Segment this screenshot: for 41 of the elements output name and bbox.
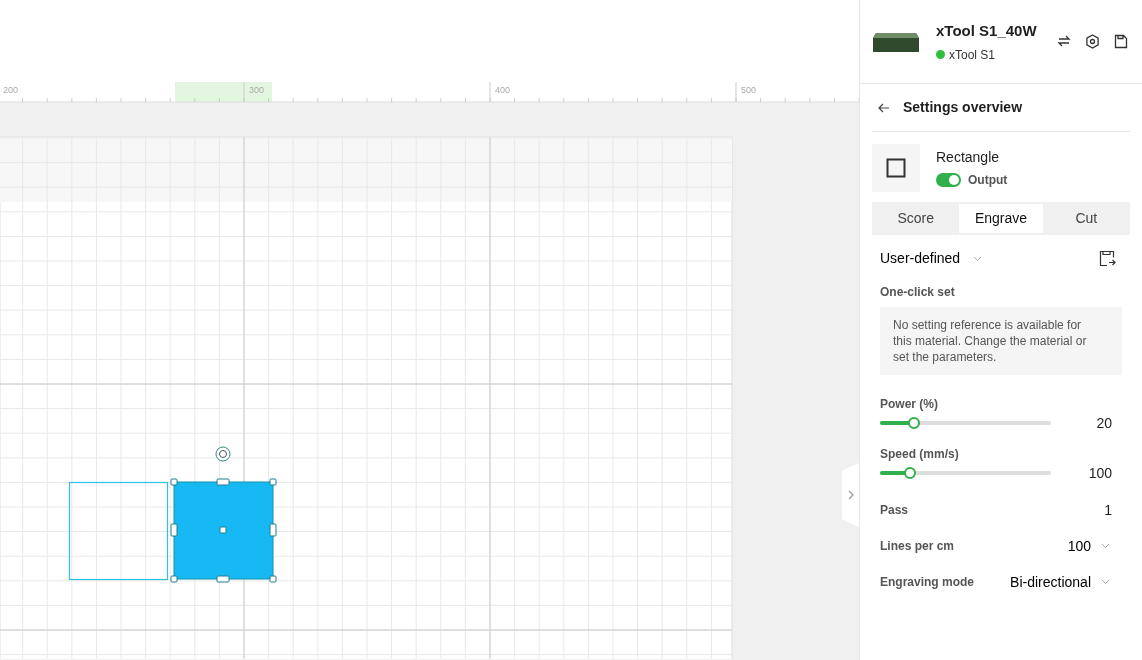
rectangle-shape[interactable] [68, 481, 169, 581]
device-model: xTool S1 [949, 46, 996, 64]
setting-label: Engraving mode [880, 574, 974, 591]
caret-icon [1101, 579, 1110, 585]
ruler-label: 300 [249, 85, 265, 95]
one-click-set-label: One-click set [880, 284, 956, 301]
output-label: Output [968, 172, 1008, 190]
slider-thumb[interactable] [908, 417, 921, 429]
setting-label: Lines per cm [880, 538, 955, 555]
slider-value: 20 [1096, 413, 1112, 433]
notice-text: No setting reference is available for this material. Change the material or set the parameters. [880, 307, 1122, 375]
slider-label: Speed (mm/s) [880, 446, 960, 463]
square-icon [886, 158, 906, 178]
rotate-handle-icon[interactable] [215, 446, 231, 462]
slider-label: Power (%) [880, 396, 939, 413]
caret-icon [973, 255, 983, 262]
slider-value: 100 [1088, 463, 1112, 483]
setting-value: 1 [1104, 500, 1112, 520]
mode-tab[interactable]: Engrave [959, 204, 1043, 233]
slider-thumb[interactable] [903, 467, 916, 479]
mode-tab[interactable]: Score [874, 204, 958, 233]
ruler-label: 400 [495, 85, 511, 95]
caret-icon [1101, 543, 1110, 549]
ruler-label: 200 [3, 85, 19, 95]
swap-icon[interactable] [1057, 34, 1071, 49]
preset-dropdown[interactable]: User-defined [880, 248, 983, 269]
shape-name: Rectangle [936, 147, 1001, 167]
panel-title: Settings overview [903, 98, 1023, 117]
device-name: xTool S1_40W [936, 20, 1038, 41]
ruler-label: 500 [741, 85, 757, 95]
settings-icon[interactable] [1085, 34, 1100, 49]
mode-tab[interactable]: Cut [1044, 204, 1128, 233]
output-toggle[interactable] [936, 173, 961, 188]
setting-label: Pass [880, 502, 909, 519]
save-icon[interactable] [1114, 34, 1128, 49]
selected-rectangle[interactable] [170, 478, 277, 583]
setting-dropdown[interactable]: 100 [1067, 535, 1110, 557]
back-arrow-icon[interactable] [878, 102, 890, 113]
setting-dropdown[interactable]: Bi-directional [1010, 571, 1110, 593]
chevron-right-icon [847, 490, 854, 500]
export-preset-icon[interactable] [1099, 250, 1116, 267]
